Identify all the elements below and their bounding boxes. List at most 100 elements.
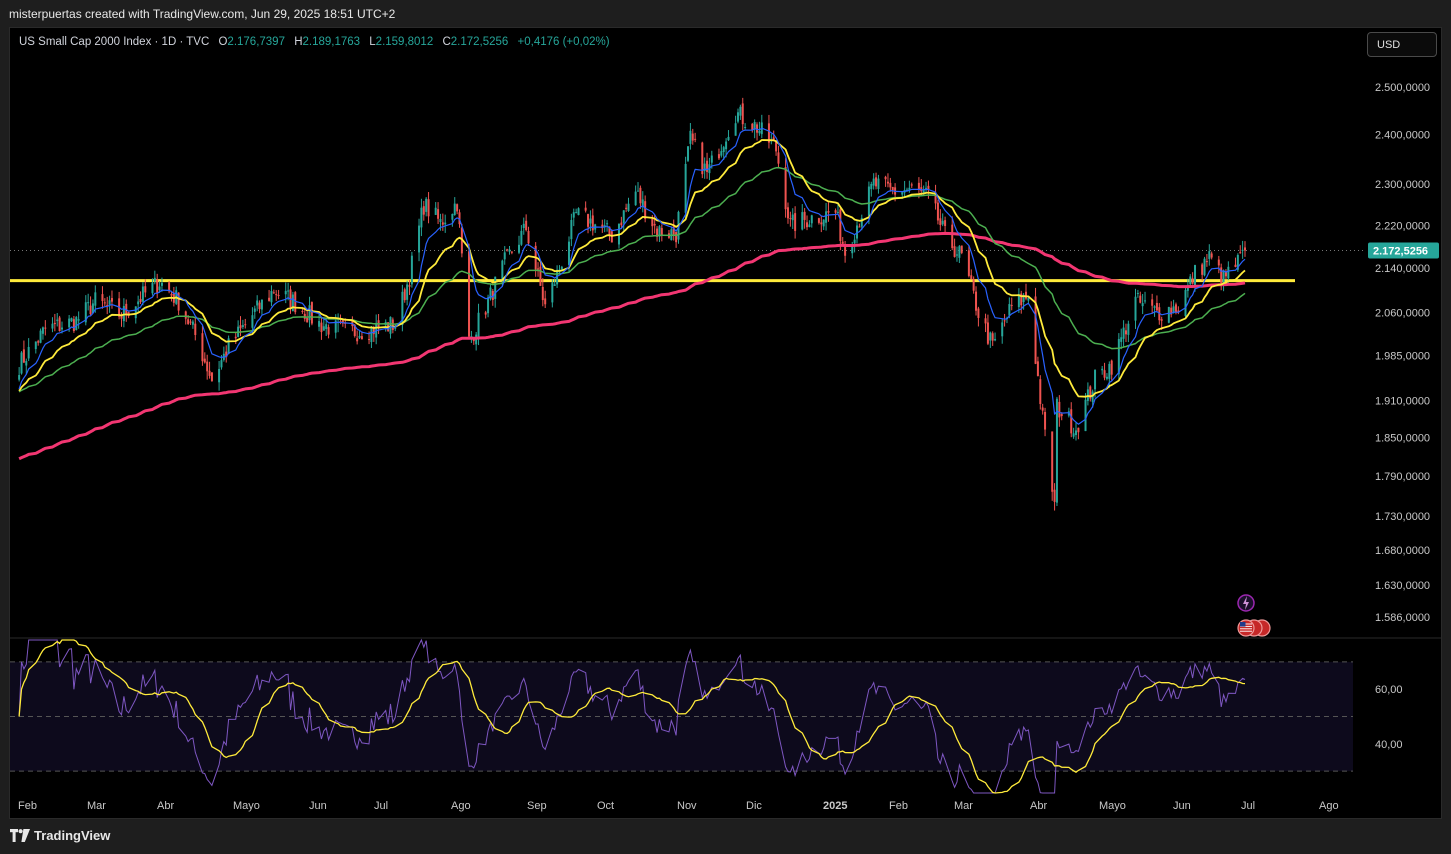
time-axis-label: 2025 bbox=[823, 800, 847, 812]
time-axis-label: Ago bbox=[1319, 800, 1339, 812]
time-axis-label: Mayo bbox=[233, 800, 260, 812]
candle-body bbox=[184, 311, 187, 319]
price-tick-label: 2.500,0000 bbox=[1375, 82, 1430, 94]
candle-body bbox=[75, 317, 78, 331]
symbol-name: US Small Cap 2000 Index · 1D · TVC bbox=[19, 36, 210, 48]
time-axis-label: Jul bbox=[374, 800, 388, 812]
candle-body bbox=[958, 246, 961, 258]
candle-body bbox=[1008, 304, 1011, 316]
candle-body bbox=[537, 268, 540, 270]
candle-body bbox=[625, 207, 628, 209]
candle-body bbox=[901, 192, 904, 195]
ema-9-line bbox=[18, 127, 1246, 425]
candle-body bbox=[858, 226, 861, 228]
candle-body bbox=[170, 293, 173, 296]
candle-body bbox=[1244, 247, 1246, 251]
price-chart[interactable]: 2.500,0000 2.400,0000 2.300,0000 2.220,0000… bbox=[10, 28, 1442, 819]
candle-body bbox=[777, 152, 780, 164]
candle-body bbox=[77, 319, 80, 321]
candle-body bbox=[422, 206, 425, 215]
candle-body bbox=[468, 251, 471, 337]
rsi-tick-label: 40,00 bbox=[1375, 739, 1403, 751]
candle-body bbox=[308, 305, 311, 321]
candle-body bbox=[244, 324, 247, 326]
candle-body bbox=[634, 191, 637, 206]
price-tick-label: 1.730,0000 bbox=[1375, 511, 1430, 523]
candle-body bbox=[253, 308, 256, 312]
price-tick-label: 1.680,0000 bbox=[1375, 545, 1430, 557]
candle-body bbox=[439, 218, 442, 223]
candle-body bbox=[234, 336, 237, 339]
candle-body bbox=[541, 286, 544, 301]
candle-body bbox=[268, 297, 271, 301]
candle-body bbox=[1094, 370, 1097, 390]
chart-frame[interactable]: 2.500,0000 2.400,0000 2.300,0000 2.220,0000… bbox=[9, 27, 1442, 819]
candle-body bbox=[501, 260, 504, 280]
candle-body bbox=[577, 208, 580, 216]
time-axis-label: Jul bbox=[1241, 800, 1255, 812]
candle-body bbox=[925, 187, 928, 189]
candle-body bbox=[1072, 433, 1075, 437]
candle-body bbox=[1189, 276, 1192, 285]
candle-body bbox=[891, 186, 894, 191]
candle-body bbox=[803, 211, 806, 220]
candle-body bbox=[627, 203, 630, 211]
candle-body bbox=[1036, 361, 1039, 376]
candle-body bbox=[986, 322, 989, 344]
candle-body bbox=[960, 245, 963, 253]
candle-body bbox=[1039, 379, 1042, 405]
candle-body bbox=[441, 222, 444, 225]
candle-body bbox=[975, 291, 978, 311]
candle-body bbox=[844, 245, 847, 256]
price-tick-label: 2.140,0000 bbox=[1375, 263, 1430, 275]
candle-body bbox=[153, 277, 156, 282]
candle-body bbox=[22, 349, 25, 363]
last-price-label: 2.172,5256 bbox=[1373, 246, 1428, 258]
candle-body bbox=[955, 254, 958, 256]
time-axis-label: Dic bbox=[746, 800, 762, 812]
candle-body bbox=[39, 330, 42, 343]
time-axis-label: Mayo bbox=[1099, 800, 1126, 812]
candle-body bbox=[477, 312, 480, 337]
currency-button[interactable]: USD bbox=[1367, 32, 1437, 57]
candle-body bbox=[872, 178, 875, 186]
candle-body bbox=[194, 323, 197, 335]
candle-body bbox=[18, 375, 21, 380]
candle-body bbox=[560, 266, 563, 270]
candle-body bbox=[1103, 370, 1106, 378]
candle-body bbox=[408, 285, 411, 287]
candle-body bbox=[967, 250, 970, 276]
close-label: C bbox=[442, 36, 451, 48]
candle-body bbox=[839, 209, 842, 242]
time-axis-label: Feb bbox=[889, 800, 908, 812]
candle-body bbox=[1101, 368, 1104, 371]
candle-body bbox=[675, 232, 678, 243]
candle-body bbox=[103, 302, 106, 304]
time-axis-label: Oct bbox=[597, 800, 614, 812]
candle-body bbox=[318, 321, 321, 327]
candle-body bbox=[453, 203, 456, 215]
candle-body bbox=[889, 182, 892, 188]
candle-body bbox=[660, 228, 663, 236]
tradingview-brand[interactable]: TradingView bbox=[10, 828, 110, 843]
candle-body bbox=[1003, 320, 1006, 322]
candle-body bbox=[622, 210, 625, 223]
candle-body bbox=[1184, 290, 1187, 316]
candle-body bbox=[587, 214, 590, 227]
candle-body bbox=[710, 155, 713, 163]
candle-body bbox=[570, 219, 573, 240]
price-tick-label: 2.300,0000 bbox=[1375, 179, 1430, 191]
time-axis-label: Mar bbox=[87, 800, 106, 812]
candle-body bbox=[939, 218, 942, 225]
candle-body bbox=[368, 339, 371, 341]
candle-body bbox=[356, 338, 359, 342]
candle-body bbox=[1127, 323, 1130, 335]
candle-body bbox=[1239, 252, 1242, 254]
time-axis-label: Jun bbox=[309, 800, 327, 812]
candle-body bbox=[210, 372, 213, 381]
candle-body bbox=[327, 327, 330, 335]
price-tick-label: 1.985,0000 bbox=[1375, 351, 1430, 363]
candle-body bbox=[1060, 413, 1063, 417]
candle-body bbox=[727, 136, 730, 141]
candle-body bbox=[689, 130, 692, 144]
